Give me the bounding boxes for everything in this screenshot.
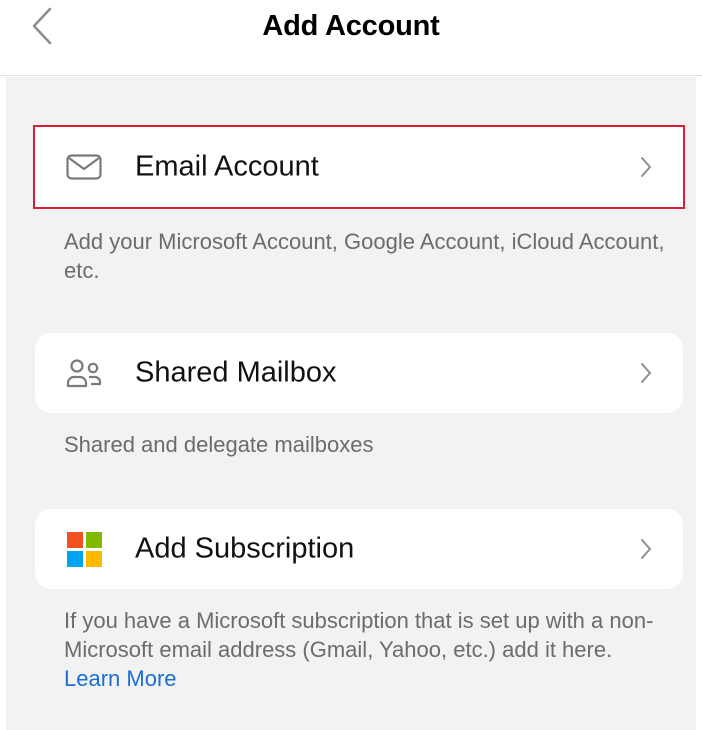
add-subscription-label: Add Subscription <box>135 532 355 565</box>
shared-mailbox-label: Shared Mailbox <box>135 356 337 389</box>
people-icon <box>65 354 103 392</box>
email-account-label: Email Account <box>135 150 319 183</box>
chevron-right-icon <box>641 157 651 177</box>
shared-mailbox-description: Shared and delegate mailboxes <box>64 432 374 457</box>
add-subscription-description: If you have a Microsoft subscription tha… <box>64 606 674 693</box>
email-account-option[interactable]: Email Account <box>33 125 685 209</box>
add-subscription-option[interactable]: Add Subscription <box>35 509 683 589</box>
envelope-icon <box>65 148 103 186</box>
shared-mailbox-option[interactable]: Shared Mailbox <box>35 333 683 413</box>
email-account-description: Add your Microsoft Account, Google Accou… <box>64 229 665 283</box>
chevron-right-icon <box>641 363 651 383</box>
chevron-right-icon <box>641 539 651 559</box>
learn-more-link[interactable]: Learn More <box>64 664 674 693</box>
add-subscription-description-text: If you have a Microsoft subscription tha… <box>64 608 654 662</box>
microsoft-logo-icon <box>65 530 103 568</box>
page-title: Add Account <box>262 10 440 42</box>
navigation-bar: Add Account <box>0 0 702 76</box>
options-list: Email Account Add your Microsoft Account… <box>6 77 696 730</box>
